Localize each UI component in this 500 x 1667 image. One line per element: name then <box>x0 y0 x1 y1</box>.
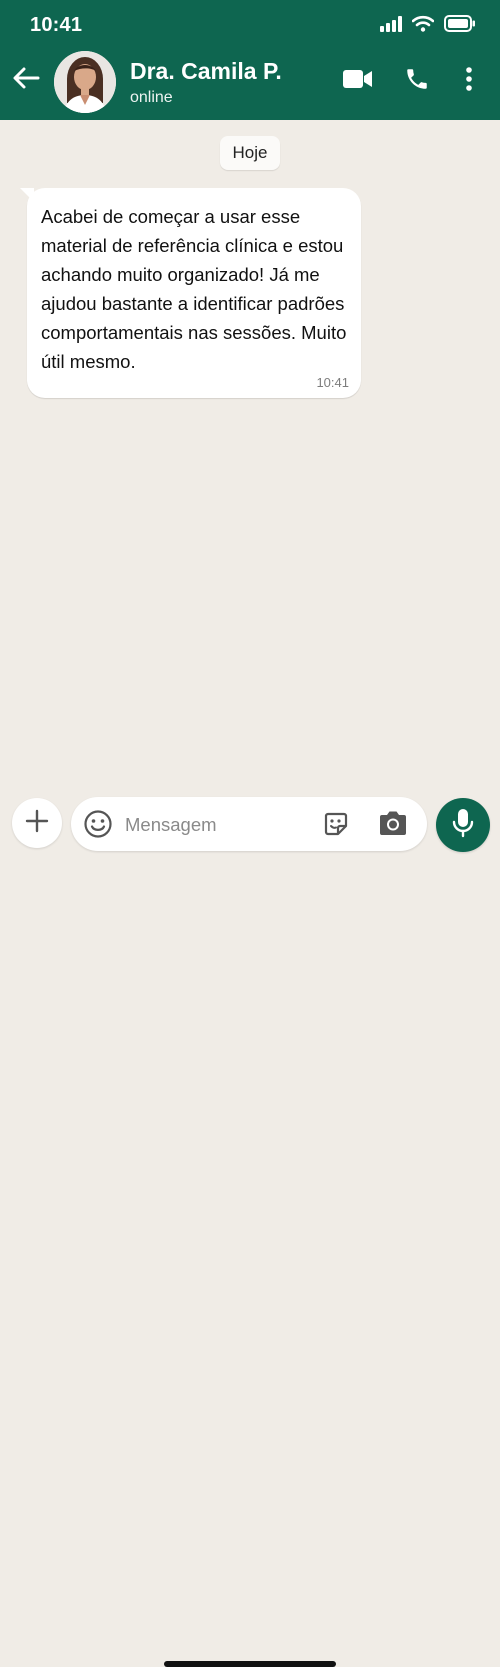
voice-call-button[interactable] <box>402 64 432 98</box>
camera-icon[interactable] <box>377 809 409 839</box>
date-chip: Hoje <box>220 136 280 170</box>
video-call-icon <box>343 69 373 94</box>
sticker-icon[interactable] <box>321 809 351 839</box>
plus-icon <box>25 809 49 838</box>
chat-nav-row: Dra. Camila P. online <box>0 50 500 113</box>
home-indicator <box>164 1661 336 1667</box>
battery-icon <box>444 15 476 37</box>
emoji-icon[interactable] <box>83 809 113 839</box>
status-time: 10:41 <box>30 14 83 36</box>
composer-bar <box>0 788 500 1667</box>
status-icons <box>380 15 476 37</box>
mic-button[interactable] <box>436 798 490 852</box>
message-text: Acabei de começar a usar esse material d… <box>41 206 347 372</box>
message-input-pill <box>71 797 427 851</box>
chat-header: 10:41 Dra. Camila P. online <box>0 0 500 120</box>
contact-name[interactable]: Dra. Camila P. <box>130 58 282 85</box>
video-call-button[interactable] <box>342 64 374 98</box>
contact-status: online <box>130 89 173 106</box>
message-bubble[interactable]: Acabei de começar a usar esse material d… <box>27 188 361 398</box>
signal-icon <box>380 15 402 37</box>
attach-button[interactable] <box>12 798 62 848</box>
avatar[interactable] <box>54 51 116 113</box>
status-bar: 10:41 <box>0 0 500 50</box>
wifi-icon <box>411 15 435 37</box>
back-button[interactable] <box>10 62 42 98</box>
more-vert-icon <box>465 66 473 97</box>
message-time: 10:41 <box>316 375 349 390</box>
message-input[interactable] <box>123 808 317 842</box>
chat-area[interactable]: Hoje Acabei de começar a usar esse mater… <box>0 120 500 788</box>
more-options-button[interactable] <box>458 64 480 98</box>
mic-icon <box>452 808 474 843</box>
phone-icon <box>404 66 430 97</box>
back-arrow-icon <box>12 66 40 95</box>
